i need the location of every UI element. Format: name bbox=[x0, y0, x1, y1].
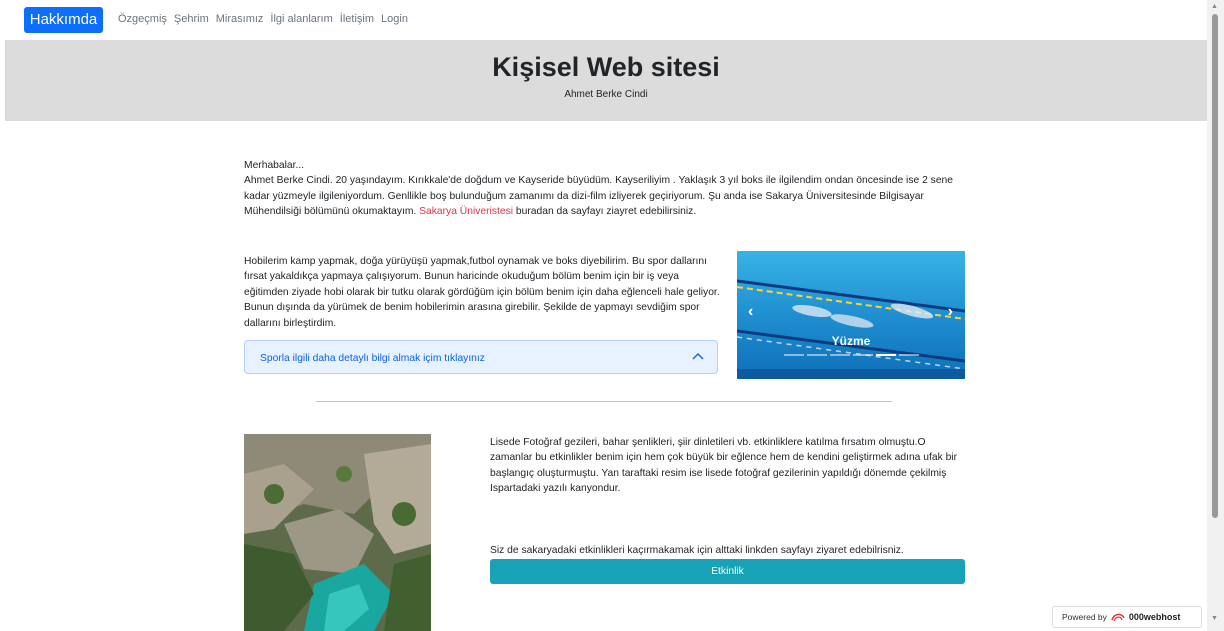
sports-accordion-header[interactable]: Sporla ilgili daha detaylı bilgi almak i… bbox=[244, 340, 718, 374]
sakarya-university-link[interactable]: Sakarya Üniveristesi bbox=[419, 206, 513, 217]
carousel-indicator[interactable] bbox=[853, 354, 873, 356]
page-subtitle: Ahmet Berke Cindi bbox=[564, 89, 648, 100]
page-header: Kişisel Web sitesi Ahmet Berke Cindi bbox=[5, 40, 1207, 121]
intro-section: Merhabalar... Ahmet Berke Cindi. 20 yaşı… bbox=[244, 158, 966, 220]
chevron-up-icon bbox=[692, 353, 704, 360]
vertical-scrollbar[interactable]: ▲ ▼ bbox=[1207, 0, 1224, 631]
navbar: Hakkımda Özgeçmiş Şehrim Mirasımız İlgi … bbox=[0, 0, 1207, 40]
page-title: Kişisel Web sitesi bbox=[492, 52, 720, 82]
scroll-up-icon[interactable]: ▲ bbox=[1211, 3, 1218, 10]
accordion-label: Sporla ilgili daha detaylı bilgi almak i… bbox=[260, 353, 485, 364]
nav-link-mirasimiz[interactable]: Mirasımız bbox=[216, 13, 264, 25]
webhost-logo-icon bbox=[1111, 613, 1125, 621]
scrollbar-thumb[interactable] bbox=[1212, 14, 1218, 518]
carousel-indicator-active[interactable] bbox=[876, 354, 896, 356]
nav-link-sehrim[interactable]: Şehrim bbox=[174, 13, 209, 25]
carousel-indicator[interactable] bbox=[807, 354, 827, 356]
nav-links: Özgeçmiş Şehrim Mirasımız İlgi alanlarım… bbox=[118, 13, 408, 25]
powered-by-badge[interactable]: Powered by 000webhost bbox=[1052, 606, 1202, 628]
swimming-pool-image bbox=[737, 251, 965, 379]
canyon-photo bbox=[244, 434, 431, 631]
powered-by-label: Powered by bbox=[1062, 612, 1107, 622]
nav-link-ozgecmis[interactable]: Özgeçmiş bbox=[118, 13, 167, 25]
intro-paragraph: Ahmet Berke Cindi. 20 yaşındayım. Kırıkk… bbox=[244, 173, 966, 219]
trip-section: Lisede Fotoğraf gezileri, bahar şenlikle… bbox=[490, 435, 966, 497]
intro-greeting: Merhabalar... bbox=[244, 160, 305, 171]
carousel-caption: Yüzme bbox=[831, 334, 871, 348]
hobbies-text: Hobilerim kamp yapmak, doğa yürüyüşü yap… bbox=[244, 256, 720, 329]
event-invite-text: Siz de sakaryadaki etkinlikleri kaçırmak… bbox=[490, 545, 904, 556]
carousel-prev-icon[interactable]: ‹ bbox=[748, 303, 753, 321]
scroll-down-icon[interactable]: ▼ bbox=[1211, 615, 1218, 622]
nav-brand-button[interactable]: Hakkımda bbox=[24, 7, 103, 33]
carousel-indicators bbox=[784, 354, 919, 356]
nav-link-iletisim[interactable]: İletişim bbox=[340, 13, 374, 25]
webhost-brand: 000webhost bbox=[1128, 612, 1181, 622]
sports-carousel: ‹ › Yüzme bbox=[737, 251, 965, 379]
canyon-image bbox=[244, 434, 431, 631]
event-button[interactable]: Etkinlik bbox=[490, 559, 965, 584]
carousel-next-icon[interactable]: › bbox=[948, 303, 953, 321]
section-divider bbox=[316, 401, 892, 402]
nav-link-ilgi-alanlarim[interactable]: İlgi alanlarım bbox=[270, 13, 332, 25]
hobbies-section: Hobilerim kamp yapmak, doğa yürüyüşü yap… bbox=[244, 254, 720, 331]
carousel-indicator[interactable] bbox=[784, 354, 804, 356]
intro-after-link: buradan da sayfayı ziayret edebilirsiniz… bbox=[515, 206, 697, 218]
carousel-indicator[interactable] bbox=[830, 354, 850, 356]
trip-text: Lisede Fotoğraf gezileri, bahar şenlikle… bbox=[490, 437, 958, 495]
nav-link-login[interactable]: Login bbox=[381, 13, 408, 25]
carousel-indicator[interactable] bbox=[899, 354, 919, 356]
